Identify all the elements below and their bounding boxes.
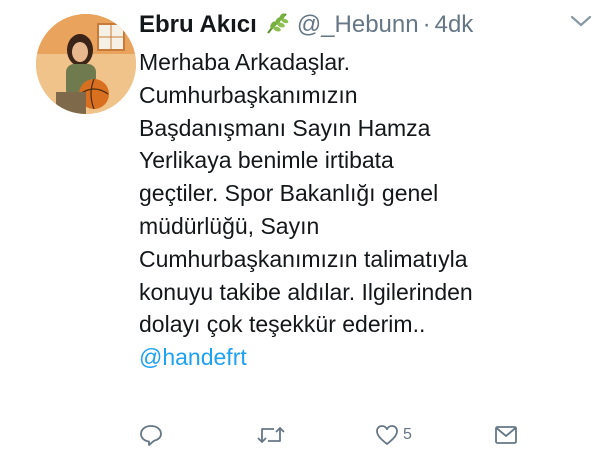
action-bar: 5: [0, 420, 616, 452]
reply-button[interactable]: [139, 424, 163, 446]
author-name[interactable]: Ebru Akıcı: [139, 9, 257, 41]
separator-dot: ·: [422, 11, 431, 38]
heart-icon: [376, 425, 398, 445]
leaf-emoji-icon: [264, 11, 290, 35]
retweet-icon: [257, 427, 285, 443]
tweet-header: Ebru Akıcı @_Hebunn · 4dk: [139, 8, 473, 41]
text-line: Başdanışmanı Sayın Hamza: [139, 114, 431, 141]
avatar-photo: [36, 14, 136, 114]
like-count: 5: [403, 426, 412, 443]
chevron-down-icon[interactable]: [570, 14, 592, 28]
text-line: Merhaba Arkadaşlar.: [139, 49, 350, 75]
author-handle[interactable]: @_Hebunn: [297, 9, 419, 41]
text-line: Cumhurbaşkanımızın talimatıyla: [139, 245, 468, 272]
retweet-button[interactable]: [256, 424, 286, 446]
text-line: geçtiler. Spor Bakanlığı genel: [139, 180, 439, 207]
timestamp[interactable]: 4dk: [435, 9, 474, 41]
tweet-card[interactable]: Ebru Akıcı @_Hebunn · 4dk Merhaba Arkada…: [0, 0, 616, 452]
mention-link[interactable]: @handefrt: [139, 344, 247, 370]
tweet-text: Merhaba Arkadaşlar. Cumhurbaşkanımızın B…: [139, 46, 599, 374]
envelope-icon: [495, 426, 517, 444]
avatar[interactable]: [36, 14, 136, 114]
text-line: müdürlüğü, Sayın: [139, 212, 320, 239]
like-button[interactable]: 5: [375, 424, 412, 446]
text-line: konuyu takibe aldılar. Ilgilerinden: [139, 278, 473, 305]
text-line: Yerlikaya benimle irtibata: [139, 147, 394, 174]
reply-icon: [140, 425, 162, 446]
text-line: dolayı çok teşekkür ederim..: [139, 311, 426, 338]
text-line: Cumhurbaşkanımızın: [139, 81, 358, 108]
direct-message-button[interactable]: [494, 424, 518, 446]
